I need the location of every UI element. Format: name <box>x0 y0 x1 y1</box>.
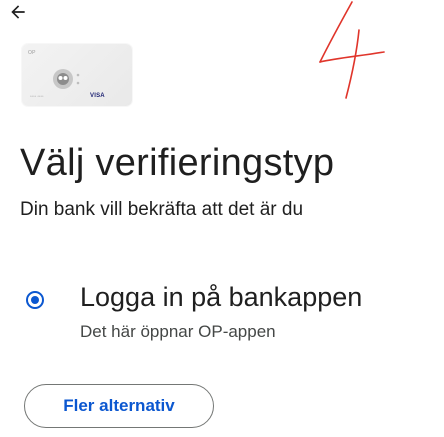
card-network-label: VISA <box>90 93 105 99</box>
radio-selected-icon[interactable] <box>26 291 44 309</box>
more-options-button[interactable]: Fler alternativ <box>24 384 214 428</box>
radio-dot <box>30 295 39 304</box>
card-thumbnail: OP **** **** VISA <box>22 44 132 106</box>
back-button[interactable] <box>4 0 32 24</box>
arrow-left-icon <box>11 5 25 19</box>
option-description: Det här öppnar OP-appen <box>80 322 276 341</box>
card-issuer-tag: OP <box>28 50 36 56</box>
verification-option-bank-app[interactable]: Logga in på bankappen Det här öppnar OP-… <box>18 278 428 350</box>
page-subtitle: Din bank vill bekräfta att det är du <box>20 199 304 220</box>
op-logo-icon <box>53 69 80 89</box>
annotation-text: 4 <box>312 0 313 1</box>
handwritten-annotation: 4 <box>312 0 385 99</box>
card-number-hint: **** **** <box>30 94 44 99</box>
option-label: Logga in på bankappen <box>80 282 363 312</box>
page-title: Välj verifieringstyp <box>20 142 335 184</box>
